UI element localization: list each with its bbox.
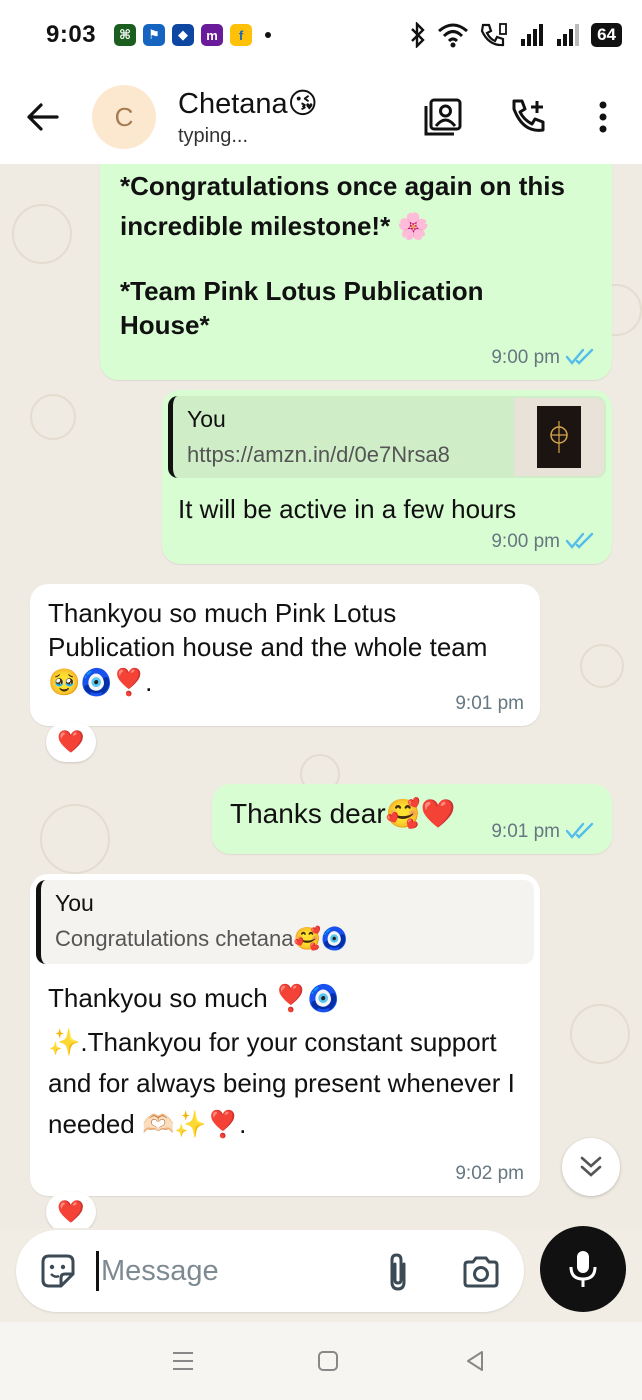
message-bubble-incoming[interactable]: Thankyou so much Pink Lotus Publication … xyxy=(30,584,540,726)
message-text: *Congratulations once again on this incr… xyxy=(120,171,565,242)
message-time: 9:01 pm xyxy=(455,692,524,714)
more-notifications-dot xyxy=(265,32,272,38)
menu-icon xyxy=(173,1352,193,1370)
double-tick-icon xyxy=(566,823,594,840)
reaction-emoji: ❤️ xyxy=(57,729,85,755)
chat-header: C Chetana😘 typing... xyxy=(0,70,642,164)
message-bubble-outgoing[interactable]: Thanks dear🥰❤️ 9:01 pm xyxy=(212,784,612,854)
status-bar: 9:03 ⌘ ⚑ ◆ m f 64 xyxy=(0,0,642,70)
attach-icon xyxy=(390,1253,406,1291)
message-bubble-outgoing[interactable]: *Congratulations once again on this incr… xyxy=(100,164,612,380)
message-text: *Team Pink Lotus Publication House* xyxy=(120,275,484,340)
message-meta: 9:01 pm xyxy=(455,691,524,716)
reaction-badge[interactable]: ❤️ xyxy=(46,1192,96,1228)
book-cover-thumbnail xyxy=(514,398,604,476)
volte-call-icon xyxy=(480,23,507,47)
wifi-icon xyxy=(438,23,469,48)
home-button[interactable] xyxy=(313,1346,343,1376)
more-options-button[interactable] xyxy=(578,92,628,142)
quote-text: Congratulations chetana🥰🧿 xyxy=(55,926,349,952)
double-tick-icon xyxy=(566,533,594,550)
quote-author: You xyxy=(187,406,226,432)
status-time: 9:03 xyxy=(46,21,97,48)
quote-author: You xyxy=(55,890,94,916)
chat-area[interactable]: *Congratulations once again on this incr… xyxy=(0,164,642,1228)
message-meta: 9:01 pm xyxy=(491,819,596,844)
video-call-button[interactable] xyxy=(418,92,468,142)
book-art-icon xyxy=(550,421,568,453)
scroll-to-bottom-button[interactable] xyxy=(562,1138,620,1196)
video-contact-icon xyxy=(424,98,462,136)
quoted-message[interactable]: You https://amzn.in/d/0e7Nrsa8 xyxy=(168,396,606,478)
scroll-down-icon xyxy=(580,1156,602,1177)
message-emoji: 🌸 xyxy=(397,212,430,243)
message-meta: 9:00 pm xyxy=(491,529,596,554)
app-notification-icon: ⚑ xyxy=(143,24,166,46)
contact-name: Chetana😘 xyxy=(178,88,318,120)
mic-icon xyxy=(569,1251,597,1287)
reaction-badge[interactable]: ❤️ xyxy=(46,722,96,762)
back-triangle-icon xyxy=(467,1351,483,1371)
message-text: ✨.Thankyou for your constant support and… xyxy=(48,1026,515,1139)
back-arrow-icon xyxy=(27,103,59,131)
quoted-message[interactable]: You Congratulations chetana🥰🧿 xyxy=(36,880,534,964)
app-notification-icon: m xyxy=(201,24,224,46)
message-time: 9:00 pm xyxy=(491,346,560,368)
typing-status: typing... xyxy=(178,125,249,147)
message-time: 9:01 pm xyxy=(491,820,560,842)
message-input[interactable] xyxy=(96,1251,356,1291)
voice-message-button[interactable] xyxy=(540,1226,626,1312)
add-call-icon xyxy=(512,99,545,132)
message-meta: 9:02 pm xyxy=(455,1161,524,1186)
contact-info[interactable]: Chetana😘 typing... xyxy=(178,86,318,148)
home-icon xyxy=(318,1351,338,1371)
message-text: Thankyou so much ❣️🧿 xyxy=(48,983,340,1013)
bluetooth-icon xyxy=(411,22,425,48)
message-bubble-outgoing[interactable]: You https://amzn.in/d/0e7Nrsa8 It will b… xyxy=(162,390,612,564)
message-time: 9:02 pm xyxy=(455,1162,524,1184)
message-text: Thankyou so much Pink Lotus Publication … xyxy=(48,598,488,697)
avatar[interactable]: C xyxy=(92,85,156,149)
message-text: It will be active in a few hours xyxy=(178,494,517,524)
camera-button[interactable] xyxy=(458,1250,504,1294)
signal-1-icon xyxy=(521,24,544,46)
add-call-button[interactable] xyxy=(504,92,554,142)
system-back-button[interactable] xyxy=(460,1346,490,1376)
signal-2-icon xyxy=(557,24,580,46)
battery-indicator: 64 xyxy=(591,23,622,47)
message-bubble-incoming[interactable]: You Congratulations chetana🥰🧿 Thankyou s… xyxy=(30,874,540,1196)
message-meta: 9:00 pm xyxy=(491,345,596,370)
double-tick-icon xyxy=(566,349,594,366)
app-notification-icon: ◆ xyxy=(172,24,195,46)
recent-apps-button[interactable] xyxy=(168,1346,198,1376)
reaction-emoji: ❤️ xyxy=(57,1199,85,1225)
back-button[interactable] xyxy=(12,87,72,147)
quote-link: https://amzn.in/d/0e7Nrsa8 xyxy=(187,442,450,468)
app-notification-icon: ⌘ xyxy=(114,24,137,46)
sticker-button[interactable] xyxy=(34,1247,82,1295)
more-icon xyxy=(599,101,607,133)
app-notification-icon: f xyxy=(230,24,253,46)
sticker-icon xyxy=(41,1254,75,1288)
camera-icon xyxy=(463,1256,499,1288)
message-time: 9:00 pm xyxy=(491,530,560,552)
system-nav-bar xyxy=(0,1322,642,1400)
message-composer xyxy=(16,1230,524,1312)
attach-button[interactable] xyxy=(378,1250,418,1294)
